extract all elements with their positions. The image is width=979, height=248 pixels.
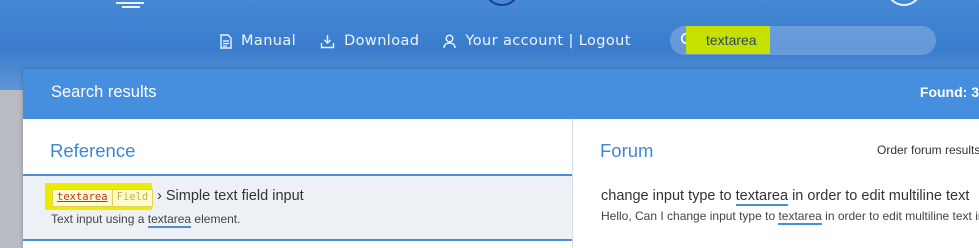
column-divider: [572, 119, 573, 248]
reference-item-description: Text input using a textarea element.: [51, 212, 241, 228]
nav-download-label: Download: [344, 33, 420, 49]
nav-manual[interactable]: Manual: [220, 33, 296, 49]
desc-text-before: Text input using a: [51, 212, 148, 226]
nav-account-label: Your account | Logout: [465, 33, 631, 49]
background-strip: [0, 90, 24, 248]
user-icon: [443, 34, 457, 48]
field-tag[interactable]: textarea Field: [52, 189, 154, 207]
avatar[interactable]: [886, 0, 922, 6]
document-icon: [220, 33, 232, 49]
nav-account[interactable]: Your account | Logout: [443, 33, 630, 49]
forum-result-title[interactable]: change input type to textarea in order t…: [601, 188, 970, 206]
reference-item-title[interactable]: › Simple text field input: [157, 188, 304, 204]
desc-text-after: element.: [191, 212, 241, 226]
forum-snippet-after: in order to edit multiline text in th: [825, 209, 979, 223]
forum-snippet-term: textarea: [778, 209, 822, 225]
menu-icon[interactable]: [116, 0, 144, 10]
results-header: Search results Found: 3: [23, 69, 979, 119]
reference-result-item[interactable]: textarea Field › Simple text field input…: [23, 176, 572, 239]
reference-heading: Reference: [50, 140, 136, 161]
download-icon: [320, 34, 335, 48]
logo-circle[interactable]: [484, 0, 520, 6]
forum-title-after: in order to edit multiline text: [788, 188, 970, 204]
top-nav: Manual Download Your account | Logout: [220, 31, 655, 51]
search-value[interactable]: textarea: [706, 32, 757, 48]
tag-name: textarea: [57, 191, 108, 203]
desc-term: textarea: [147, 212, 192, 228]
tag-type: Field: [111, 190, 153, 206]
results-count: Found: 3: [919, 84, 979, 100]
forum-snippet-before: Hello, Can I change input type to: [601, 209, 779, 223]
forum-title-before: change input type to: [601, 188, 736, 204]
forum-order-label[interactable]: Order forum results: [877, 143, 979, 157]
search-results-panel: Search results Found: 3 Reference textar…: [23, 69, 979, 248]
reference-item-divider: [23, 239, 572, 241]
forum-heading: Forum: [600, 140, 654, 161]
nav-download[interactable]: Download: [320, 33, 419, 49]
forum-result-snippet: Hello, Can I change input type to textar…: [601, 209, 979, 225]
forum-title-term: textarea: [735, 188, 789, 206]
nav-manual-label: Manual: [241, 33, 297, 49]
results-title: Search results: [51, 83, 157, 101]
